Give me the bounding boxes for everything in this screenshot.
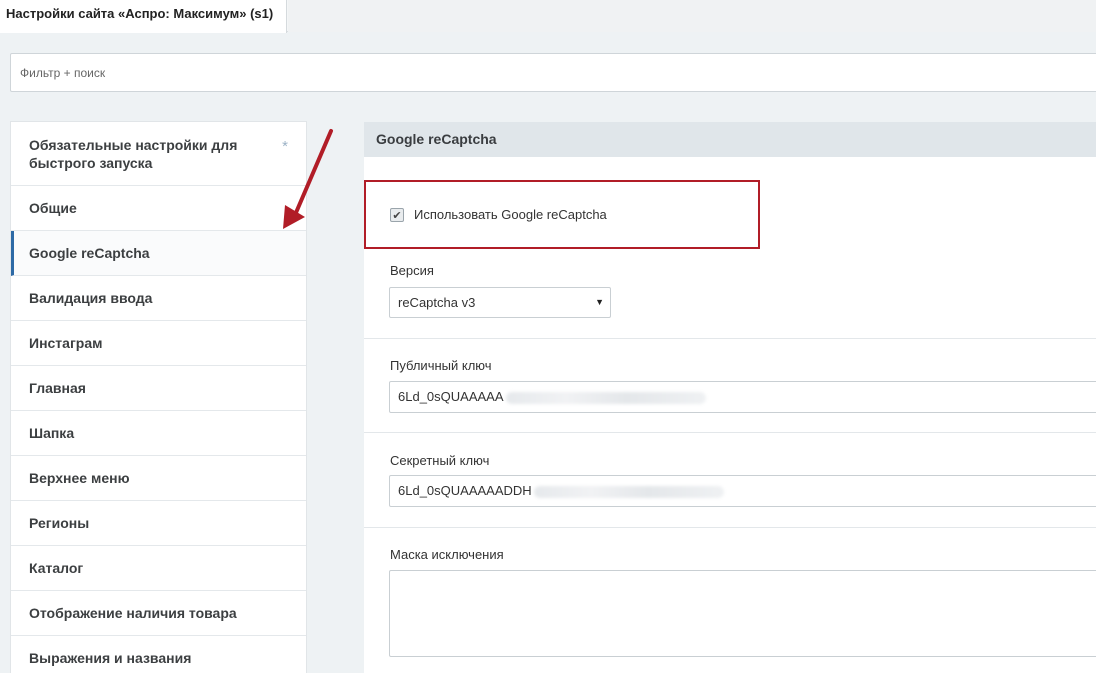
- red-arrow-annotation: [283, 129, 333, 229]
- public-key-label: Публичный ключ: [390, 358, 492, 373]
- sidebar-item-label: Каталог: [29, 560, 84, 576]
- sidebar-item-label: Отображение наличия товара: [29, 605, 237, 621]
- sidebar-item-label: Регионы: [29, 515, 90, 531]
- sidebar-item-label: Главная: [29, 380, 86, 396]
- sidebar-item-stock-display[interactable]: Отображение наличия товара: [11, 591, 306, 636]
- filter-search-input[interactable]: [11, 54, 1096, 91]
- sidebar-item-top-menu[interactable]: Верхнее меню: [11, 456, 306, 501]
- sidebar-item-label: Инстаграм: [29, 335, 103, 351]
- redacted-blur: [533, 485, 724, 498]
- sidebar-item-quick-start[interactable]: Обязательные настройки для быстрого запу…: [11, 122, 306, 186]
- settings-panel: ✔ Использовать Google reCaptcha Версия r…: [364, 157, 1096, 673]
- exclusion-mask-label: Маска исключения: [390, 547, 504, 562]
- secret-key-label: Секретный ключ: [390, 453, 490, 468]
- redacted-blur: [505, 391, 706, 404]
- sidebar-item-label: Шапка: [29, 425, 75, 441]
- secret-key-value: 6Ld_0sQUAAAAADDH: [398, 483, 532, 498]
- sidebar-item-label: Верхнее меню: [29, 470, 130, 486]
- settings-page: Настройки сайта «Аспро: Максимум» (s1) О…: [0, 0, 1096, 673]
- sidebar-item-instagram[interactable]: Инстаграм: [11, 321, 306, 366]
- use-recaptcha-label[interactable]: Использовать Google reCaptcha: [414, 207, 607, 222]
- version-select[interactable]: reCaptcha v3 ▼: [389, 287, 611, 318]
- sidebar-item-general[interactable]: Общие: [11, 186, 306, 231]
- filter-search[interactable]: [10, 53, 1096, 92]
- public-key-value: 6Ld_0sQUAAAAA: [398, 389, 504, 404]
- use-recaptcha-checkbox[interactable]: ✔: [390, 208, 404, 222]
- sidebar: Обязательные настройки для быстрого запу…: [10, 121, 307, 673]
- secret-key-input[interactable]: 6Ld_0sQUAAAAADDH: [389, 475, 1096, 507]
- section-title: Google reCaptcha: [364, 122, 1096, 157]
- tab-site-settings[interactable]: Настройки сайта «Аспро: Максимум» (s1): [0, 0, 287, 33]
- sidebar-item-label: Обязательные настройки для быстрого запу…: [29, 136, 238, 171]
- tab-bar: Настройки сайта «Аспро: Максимум» (s1): [0, 0, 1096, 33]
- version-select-value: reCaptcha v3: [398, 295, 476, 310]
- sidebar-item-label: Общие: [29, 200, 77, 216]
- sidebar-item-header[interactable]: Шапка: [11, 411, 306, 456]
- caret-down-icon: ▼: [595, 297, 604, 307]
- sidebar-item-main[interactable]: Главная: [11, 366, 306, 411]
- sidebar-item-input-validation[interactable]: Валидация ввода: [11, 276, 306, 321]
- sidebar-item-label: Google reCaptcha: [29, 245, 150, 261]
- public-key-input[interactable]: 6Ld_0sQUAAAAA: [389, 381, 1096, 413]
- tab-bar-empty: [288, 0, 1096, 32]
- exclusion-mask-textarea[interactable]: [389, 570, 1096, 657]
- version-label: Версия: [390, 263, 434, 278]
- sidebar-item-catalog[interactable]: Каталог: [11, 546, 306, 591]
- sidebar-item-regions[interactable]: Регионы: [11, 501, 306, 546]
- sidebar-item-phrases[interactable]: Выражения и названия: [11, 636, 306, 673]
- sidebar-item-label: Валидация ввода: [29, 290, 153, 306]
- sidebar-item-google-recaptcha[interactable]: Google reCaptcha: [11, 231, 306, 276]
- sidebar-item-label: Выражения и названия: [29, 650, 192, 666]
